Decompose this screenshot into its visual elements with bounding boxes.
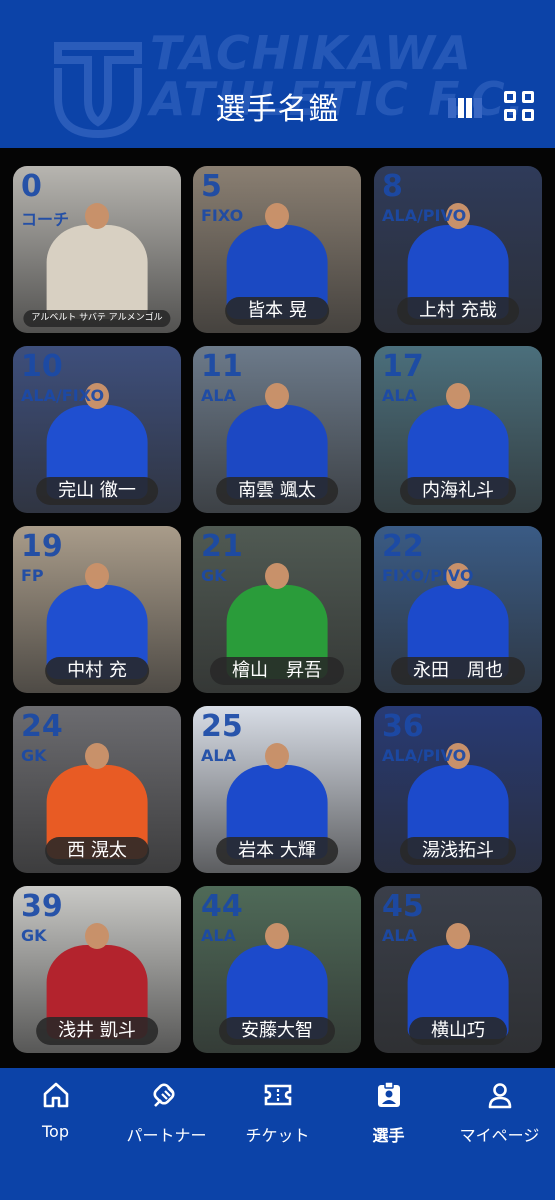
- player-head: [446, 922, 470, 949]
- player-number: 44: [201, 889, 243, 924]
- tab-label: マイページ: [459, 1126, 540, 1145]
- player-name: 内海礼斗: [400, 477, 516, 505]
- player-card[interactable]: 17 ALA 内海礼斗: [374, 346, 542, 513]
- player-name: 湯浅拓斗: [400, 837, 516, 865]
- player-card[interactable]: 21 GK 檜山 昇吾: [193, 526, 361, 693]
- ticket-icon: [264, 1084, 291, 1106]
- player-number: 5: [201, 169, 222, 204]
- player-position: ALA/FIXO: [21, 386, 105, 405]
- player-name: 岩本 大輝: [216, 837, 338, 865]
- player-position: ALA: [382, 386, 417, 405]
- tab-label: チケット: [245, 1126, 310, 1145]
- scroll-handle-icon: [448, 98, 482, 118]
- player-card[interactable]: 44 ALA 安藤大智: [193, 886, 361, 1053]
- player-head: [446, 382, 470, 409]
- player-card[interactable]: 25 ALA 岩本 大輝: [193, 706, 361, 873]
- grid-view-icon[interactable]: [504, 91, 536, 123]
- player-head: [265, 562, 289, 589]
- player-number: 22: [382, 529, 424, 564]
- player-number: 8: [382, 169, 403, 204]
- player-name: 安藤大智: [219, 1017, 335, 1045]
- player-card[interactable]: 36 ALA/PIVO 湯浅拓斗: [374, 706, 542, 873]
- player-number: 36: [382, 709, 424, 744]
- tab-players[interactable]: 選手: [333, 1080, 444, 1146]
- app-header: TACHIKAWA ATHLETIC F.C. 選手名鑑: [0, 0, 555, 148]
- player-head: [85, 562, 109, 589]
- player-number: 39: [21, 889, 63, 924]
- player-position: ALA: [382, 926, 417, 945]
- player-position: コーチ: [21, 210, 70, 229]
- player-name: 横山巧: [409, 1017, 507, 1045]
- player-card[interactable]: 0 コーチアルベルト サバテ アルメンゴル: [13, 166, 181, 333]
- player-head: [265, 382, 289, 409]
- player-number: 25: [201, 709, 243, 744]
- player-name: 上村 充哉: [397, 297, 519, 325]
- player-number: 45: [382, 889, 424, 924]
- player-card[interactable]: 5 FIXO 皆本 晃: [193, 166, 361, 333]
- id-badge-icon: [377, 1081, 400, 1107]
- player-name: 浅井 凱斗: [36, 1017, 158, 1045]
- player-position: ALA: [201, 386, 236, 405]
- tab-partner[interactable]: パートナー: [111, 1080, 222, 1146]
- home-icon: [43, 1082, 68, 1108]
- player-name: 中村 充: [45, 657, 149, 685]
- player-card[interactable]: 45 ALA 横山巧: [374, 886, 542, 1053]
- player-position: ALA: [201, 926, 236, 945]
- player-head: [85, 922, 109, 949]
- player-head: [85, 202, 109, 229]
- player-position: ALA/PIVO: [382, 206, 467, 225]
- player-card[interactable]: 39 GK 浅井 凱斗: [13, 886, 181, 1053]
- player-position: GK: [201, 566, 227, 585]
- tab-label: 選手: [372, 1126, 405, 1145]
- handshake-icon: [152, 1083, 175, 1107]
- player-position: GK: [21, 926, 47, 945]
- player-position: FIXO/PIVO: [382, 566, 474, 585]
- player-grid: 0 コーチアルベルト サバテ アルメンゴル 5 FIXO 皆本 晃 8 ALA/PIVO 上村…: [0, 148, 555, 1068]
- player-name: 永田 周也: [391, 657, 525, 685]
- player-figure: [46, 225, 148, 319]
- person-icon: [488, 1083, 511, 1109]
- player-card[interactable]: 11 ALA 南雲 颯太: [193, 346, 361, 513]
- player-number: 19: [21, 529, 63, 564]
- tab-mypage[interactable]: マイページ: [444, 1080, 555, 1146]
- player-position: ALA/PIVO: [382, 746, 467, 765]
- player-number: 10: [21, 349, 63, 384]
- bottom-tab-bar: Top パートナー チケット 選手 マイページ: [0, 1068, 555, 1200]
- player-name: 檜山 昇吾: [210, 657, 344, 685]
- player-card[interactable]: 24 GK 西 滉太: [13, 706, 181, 873]
- player-number: 17: [382, 349, 424, 384]
- tab-label: Top: [42, 1122, 69, 1141]
- player-card[interactable]: 22 FIXO/PIVO 永田 周也: [374, 526, 542, 693]
- player-head: [265, 742, 289, 769]
- player-position: FP: [21, 566, 44, 585]
- player-number: 24: [21, 709, 63, 744]
- player-card[interactable]: 10 ALA/FIXO 完山 徹一: [13, 346, 181, 513]
- player-name: 南雲 颯太: [216, 477, 338, 505]
- player-head: [85, 742, 109, 769]
- player-head: [265, 202, 289, 229]
- player-name: アルベルト サバテ アルメンゴル: [23, 310, 171, 327]
- player-head: [265, 922, 289, 949]
- player-name: 皆本 晃: [225, 297, 329, 325]
- player-number: 21: [201, 529, 243, 564]
- tab-ticket[interactable]: チケット: [222, 1080, 333, 1146]
- player-position: FIXO: [201, 206, 244, 225]
- player-name: 完山 徹一: [36, 477, 158, 505]
- player-position: ALA: [201, 746, 236, 765]
- player-number: 11: [201, 349, 243, 384]
- player-position: GK: [21, 746, 47, 765]
- player-number: 0: [21, 169, 42, 204]
- tab-top[interactable]: Top: [0, 1080, 111, 1141]
- player-card[interactable]: 19 FP 中村 充: [13, 526, 181, 693]
- player-name: 西 滉太: [45, 837, 149, 865]
- player-card[interactable]: 8 ALA/PIVO 上村 充哉: [374, 166, 542, 333]
- tab-label: パートナー: [126, 1126, 207, 1145]
